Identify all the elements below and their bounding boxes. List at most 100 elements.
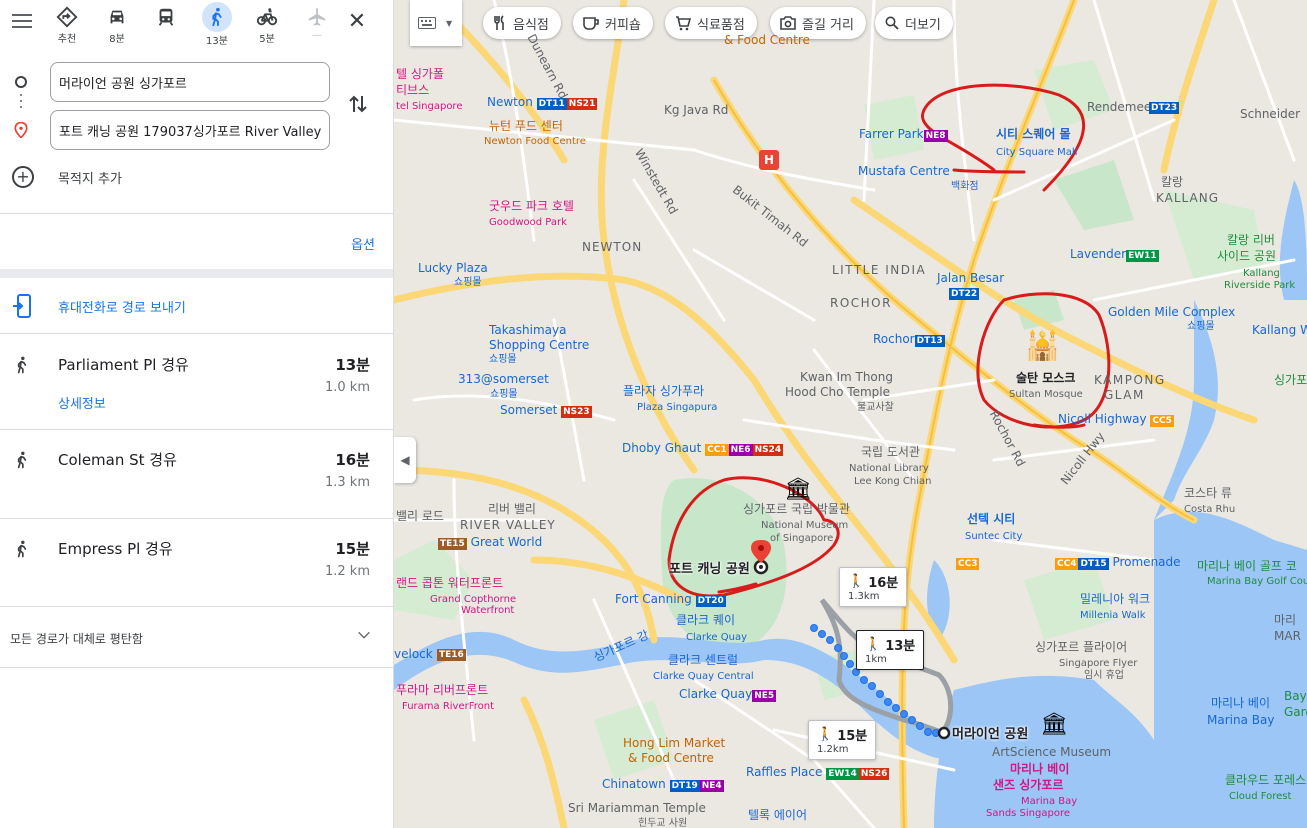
station-label[interactable]: CC4 DT15 Promenade [1055, 555, 1181, 570]
poi-sublabel: 쇼핑몰 [454, 277, 482, 288]
area-label: NEWTON [582, 240, 643, 254]
poi-label[interactable]: Sri Mariamman Temple [568, 801, 706, 816]
station-label[interactable]: Clarke Quay NE5 [679, 687, 777, 702]
poi-label[interactable]: Lucky Plaza [418, 261, 488, 276]
poi-label[interactable]: 클라크 센트럴 [668, 653, 738, 668]
keyboard-toggle[interactable]: ▼ [410, 0, 462, 46]
swap-icon[interactable] [346, 92, 370, 116]
route-time-box-16[interactable]: 🚶 16분 1.3km [839, 567, 908, 607]
mode-cycling-label: 5분 [259, 34, 275, 45]
mode-best[interactable]: 추천 [47, 4, 87, 50]
send-to-phone-button[interactable]: 휴대전화로 경로 보내기 [0, 278, 393, 334]
mode-cycling[interactable]: 5분 [247, 4, 287, 50]
add-destination-button[interactable]: + 목적지 추가 [12, 166, 122, 188]
route-time-box-13[interactable]: 🚶 13분 1km [856, 630, 925, 670]
mode-flight[interactable]: — [297, 4, 337, 50]
poi-label: 사이드 공원 [1217, 249, 1277, 263]
poi-label: Shopping Centre [489, 338, 590, 352]
poi-label[interactable]: 푸라마 리버프론트 [396, 683, 488, 698]
station-code: CC4 [1055, 558, 1079, 570]
poi-label[interactable]: 싱가포르 국립 박물관 [743, 502, 850, 517]
chip-restaurants[interactable]: 음식점 [483, 7, 561, 39]
station-name: Dhoby Ghaut [622, 441, 702, 455]
menu-icon[interactable] [10, 10, 34, 34]
poi-label[interactable]: 싱가포르 플라이어 [1035, 640, 1127, 655]
terrain-note-row[interactable]: 모든 경로가 대체로 평탄함 [0, 607, 393, 668]
poi-label[interactable]: Mustafa Centre [858, 164, 950, 179]
station-label[interactable]: Newton DT11 NS21 [487, 95, 598, 110]
options-button[interactable]: 옵션 [351, 234, 375, 253]
poi-label: 텔 싱가폴 [396, 67, 444, 81]
poi-label[interactable]: 국립 도서관 [861, 445, 920, 460]
poi-label[interactable]: 굿우드 파크 호텔 [489, 199, 574, 214]
origin-input[interactable]: 머라이언 공원 싱가포르 [50, 62, 330, 102]
route-distance: 1.0 km [325, 380, 370, 395]
collapse-panel-button[interactable]: ◀ [394, 437, 416, 483]
station-label[interactable]: Jalan Besar [937, 271, 1004, 286]
area-label: LITTLE INDIA [832, 263, 927, 277]
poi-label[interactable]: Takashimaya [489, 323, 566, 338]
station-label[interactable]: Chinatown DT19 NE4 [602, 777, 724, 792]
poi-label[interactable]: ArtScience Museum [992, 745, 1111, 760]
close-icon[interactable]: ✕ [345, 10, 369, 34]
route-option-3[interactable]: Empress Pl 경유 15분 1.2 km [0, 519, 393, 607]
poi-label[interactable]: 칼랑 리버 [1227, 233, 1275, 248]
station-name: Newton [487, 95, 533, 109]
map-canvas[interactable]: ▼ ◀ 음식점 커피숍 식료품점 즐길 거리 더보기 Dunearn Rd 텔 … [394, 0, 1307, 828]
poi-label[interactable]: 술탄 모스크 [1016, 371, 1075, 386]
poi-label[interactable]: 랜드 콥톤 워터프론트 [396, 576, 503, 591]
station-label[interactable]: Lavender EW11 [1070, 247, 1159, 262]
route-box-distance: 1km [865, 654, 887, 665]
mode-walking[interactable]: 13분 [197, 2, 237, 50]
mode-transit[interactable] [146, 4, 186, 50]
bicycle-icon [247, 4, 287, 30]
hospital-icon[interactable]: H [759, 150, 779, 170]
station-label[interactable]: Raffles Place EW14 NS26 [746, 765, 890, 780]
area-label: MAR [1274, 629, 1301, 643]
station-label[interactable]: Fort Canning DT20 [615, 592, 726, 607]
destination-input[interactable]: 포트 캐닝 공원 179037싱가포르 River Valley [50, 110, 330, 150]
poi-label[interactable]: 시티 스퀘어 몰 [996, 127, 1071, 142]
station-label[interactable]: Nicoll Highway CC5 [1058, 412, 1174, 427]
origin-marker-label[interactable]: 머라이언 공원 [952, 723, 1028, 742]
route-distance: 1.2 km [325, 564, 370, 579]
chip-coffee[interactable]: 커피숍 [573, 7, 653, 39]
poi-label[interactable]: Kwan Im Thong [800, 370, 893, 385]
poi-label[interactable]: 밀레니아 워크 [1080, 592, 1150, 607]
route-option-1[interactable]: Parliament Pl 경유 13분 1.0 km 상세정보 [0, 335, 393, 430]
directions-diamond-icon [47, 4, 87, 30]
chip-label: 음식점 [513, 17, 549, 33]
station-code: DT13 [914, 335, 945, 347]
poi-sublabel: Costa Rhu [1184, 504, 1236, 515]
station-label[interactable]: TE15 Great World [438, 535, 542, 550]
poi-sublabel: National Museum [761, 520, 849, 531]
poi-label[interactable]: 플라자 싱가푸라 [623, 384, 704, 399]
chip-more[interactable]: 더보기 [875, 7, 953, 39]
poi-sublabel: Plaza Singapura [637, 402, 718, 413]
poi-label[interactable]: 클라우드 포레스트 [1225, 773, 1307, 788]
station-label[interactable]: Rochor DT13 [873, 332, 945, 347]
area-label: Marina Bay [1207, 713, 1275, 727]
station-name: Somerset [500, 403, 558, 417]
poi-sublabel: Singapore Flyer [1059, 658, 1138, 669]
poi-sublabel: 쇼핑몰 [489, 354, 517, 365]
route-option-2[interactable]: Coleman St 경유 16분 1.3 km [0, 430, 393, 519]
poi-label[interactable]: 클라크 퀘이 [676, 613, 735, 628]
route-time-box-15[interactable]: 🚶 15분 1.2km [808, 720, 877, 760]
walk-icon: 🚶 [865, 637, 882, 652]
station-label[interactable]: 텔록 에이어 [748, 808, 807, 823]
poi-label[interactable]: 뉴턴 푸드 센터 [489, 119, 563, 134]
poi-label[interactable]: Golden Mile Complex [1108, 305, 1235, 320]
route-details-link[interactable]: 상세정보 [58, 393, 106, 412]
poi-label[interactable]: 마리나 베이 [1010, 762, 1069, 777]
poi-label[interactable]: 313@somerset [458, 372, 549, 387]
airplane-icon [297, 4, 337, 30]
destination-marker-label[interactable]: 포트 캐닝 공원 [669, 558, 750, 577]
mode-driving[interactable]: 8분 [97, 4, 137, 50]
station-label[interactable]: Somerset NS23 [500, 403, 592, 418]
fork-knife-icon [493, 15, 507, 31]
poi-label[interactable]: 선텍 시티 [967, 512, 1015, 527]
poi-label[interactable]: Hong Lim Market [623, 736, 725, 751]
station-label[interactable]: Farrer Park NE8 [859, 127, 948, 142]
station-label[interactable]: Dhoby Ghaut CC1 NE6 NS24 [622, 441, 784, 456]
